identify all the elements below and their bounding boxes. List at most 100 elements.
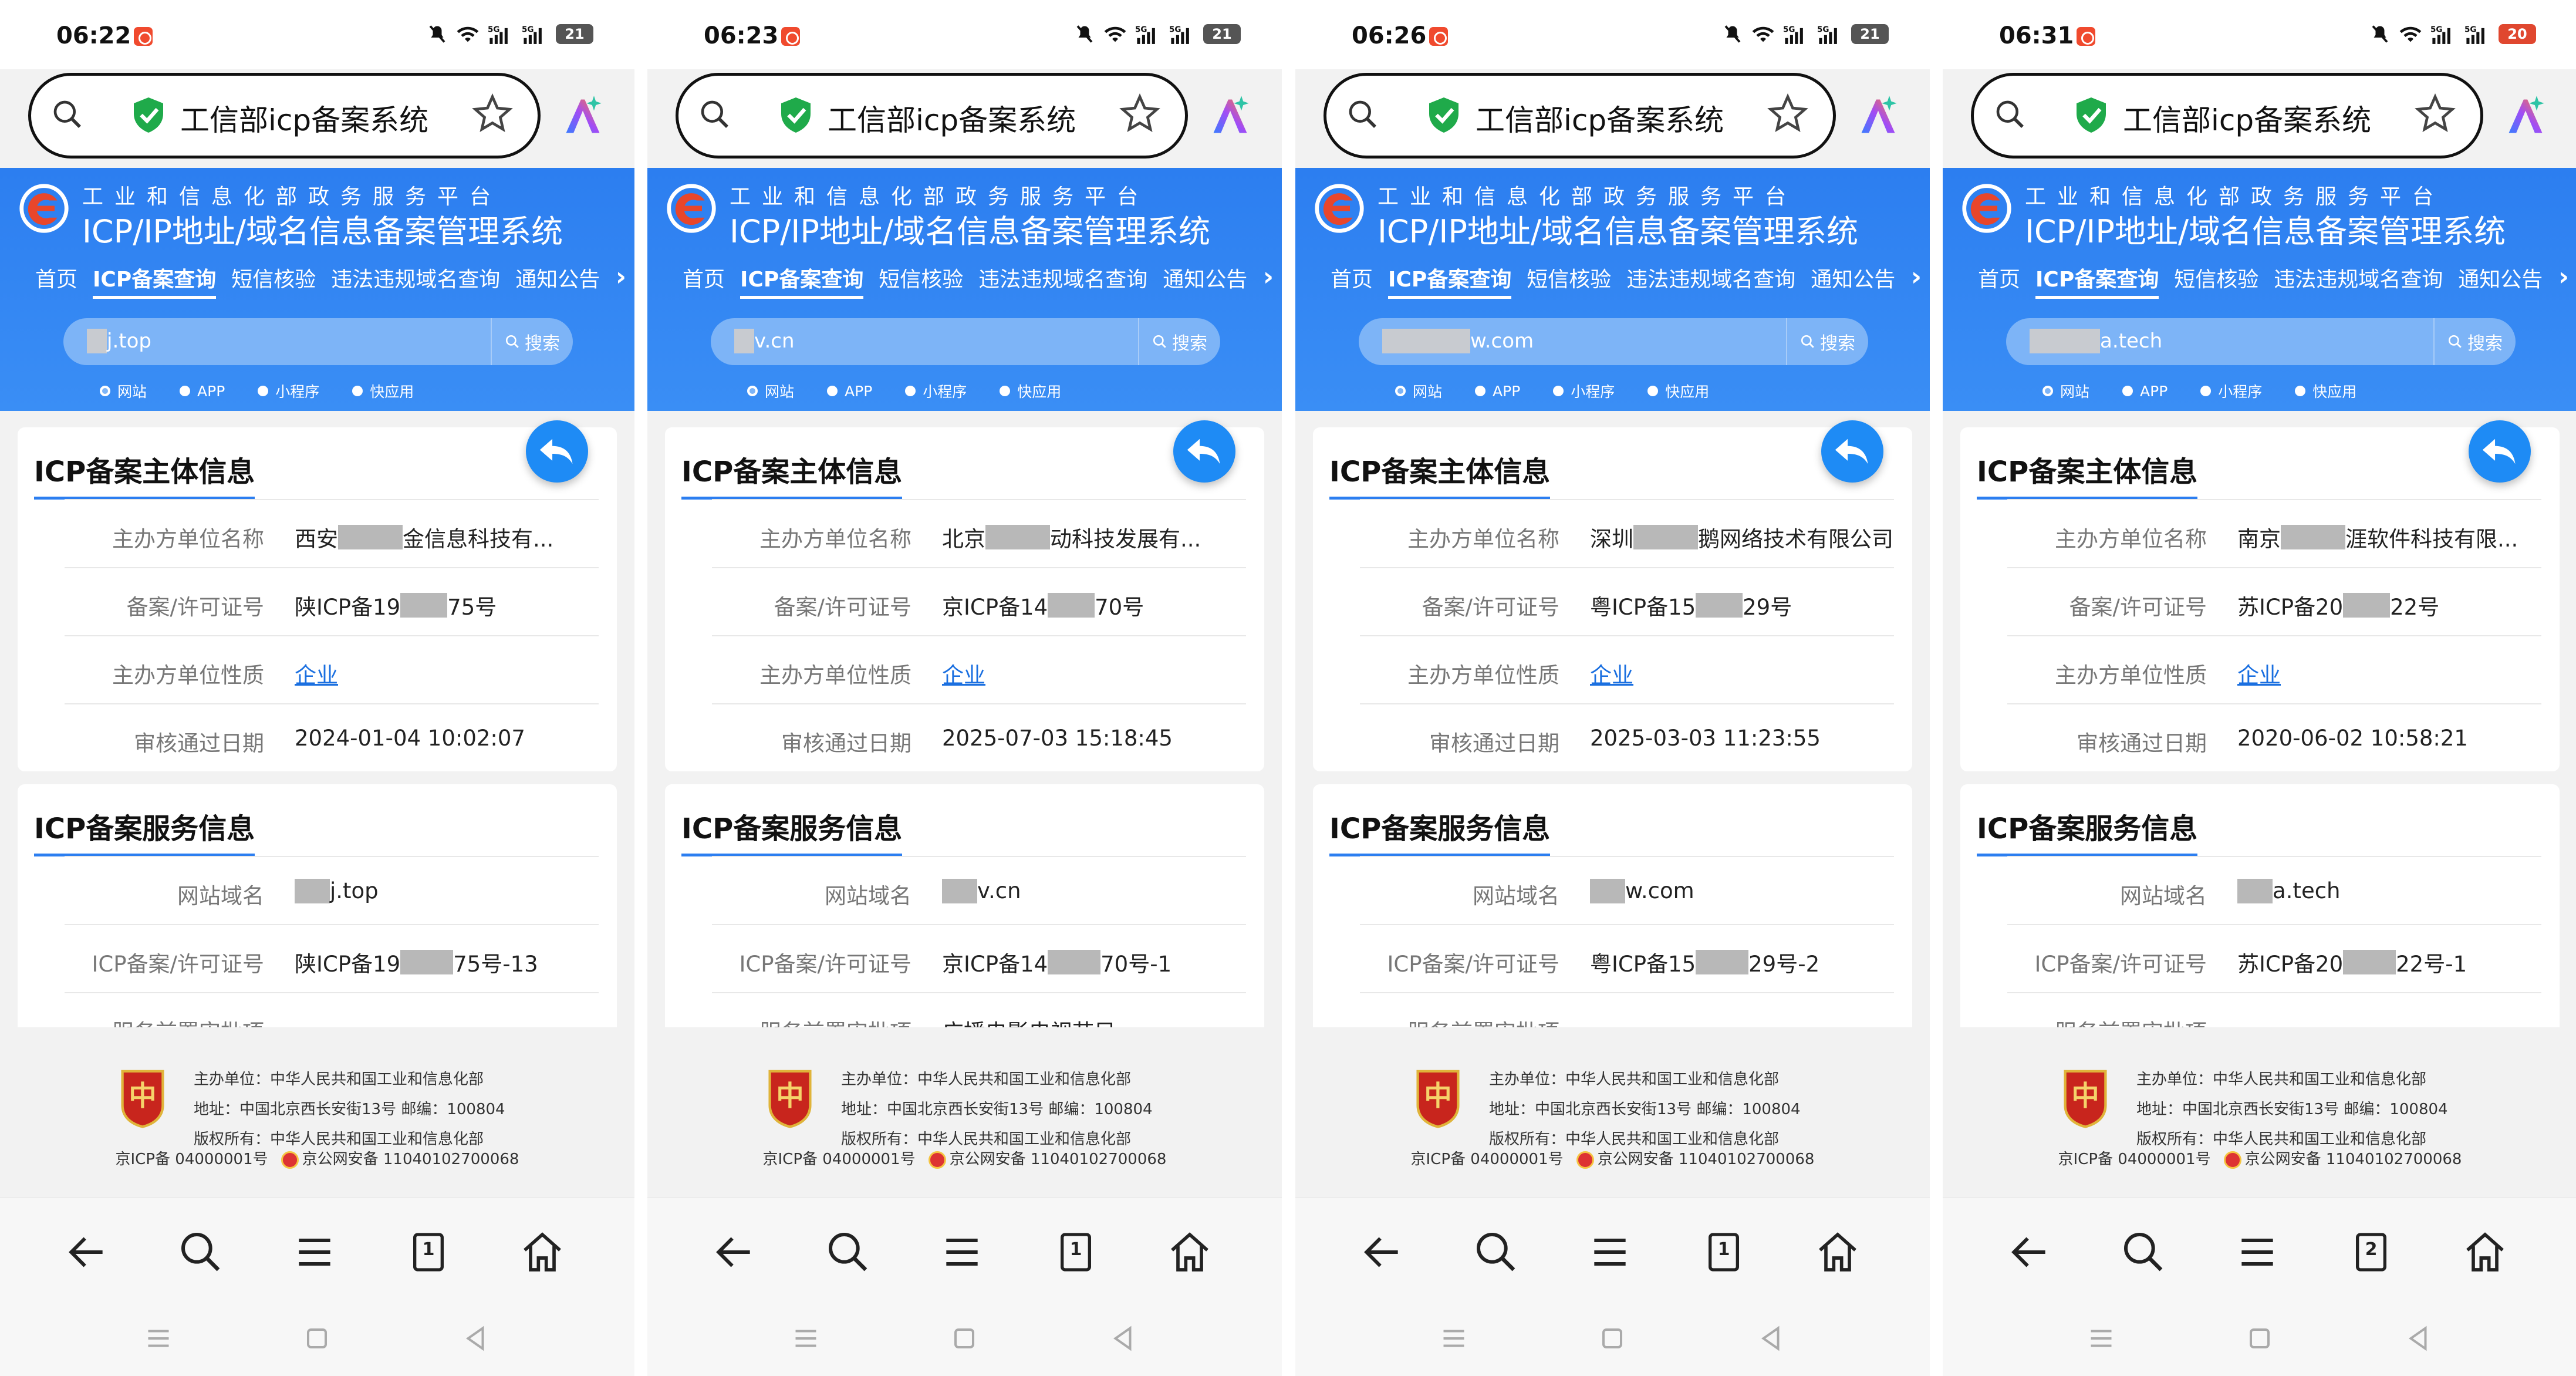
nav-notice[interactable]: 通知公告 xyxy=(2458,262,2543,293)
nav-sms-verify[interactable]: 短信核验 xyxy=(879,262,963,293)
nav-home[interactable]: 首页 xyxy=(1978,262,2020,293)
search-button[interactable]: 搜索 xyxy=(1786,318,1868,365)
search-icon[interactable] xyxy=(2120,1229,2167,1276)
recent-apps-icon[interactable] xyxy=(788,1321,823,1356)
recent-apps-icon[interactable] xyxy=(141,1321,176,1356)
home-icon[interactable] xyxy=(2462,1229,2509,1276)
value-org-type-link[interactable]: 企业 xyxy=(1590,657,1633,689)
system-home-icon[interactable] xyxy=(1595,1321,1630,1356)
radio-website[interactable]: 网站 xyxy=(2042,380,2089,402)
address-bar[interactable]: 工信部icp备案系统 xyxy=(1971,73,2483,158)
address-bar[interactable]: 工信部icp备案系统 xyxy=(1324,73,1836,158)
back-fab-button[interactable] xyxy=(2469,420,2531,483)
system-back-icon[interactable] xyxy=(2401,1321,2436,1356)
nav-sms-verify[interactable]: 短信核验 xyxy=(1527,262,1611,293)
footer-police-link[interactable]: 京公网安备 11040102700068 xyxy=(928,1147,1166,1169)
query-input[interactable]: j.top xyxy=(87,329,151,353)
address-bar[interactable]: 工信部icp备案系统 xyxy=(676,73,1188,158)
nav-notice[interactable]: 通知公告 xyxy=(515,262,600,293)
home-icon[interactable] xyxy=(1166,1229,1213,1276)
nav-more-chevron[interactable]: › xyxy=(1911,262,1922,292)
query-search-box[interactable]: j.top 搜索 xyxy=(63,318,573,365)
footer-police-link[interactable]: 京公网安备 11040102700068 xyxy=(2223,1147,2462,1169)
footer-police-link[interactable]: 京公网安备 11040102700068 xyxy=(1576,1147,1814,1169)
radio-mini-program[interactable]: 小程序 xyxy=(258,380,319,402)
ai-assistant-icon[interactable] xyxy=(561,94,605,139)
bookmark-star-icon[interactable] xyxy=(1119,93,1160,134)
ai-assistant-icon[interactable] xyxy=(1856,94,1900,139)
search-icon[interactable] xyxy=(177,1229,224,1276)
value-org-type-link[interactable]: 企业 xyxy=(295,657,338,689)
nav-icp-query[interactable]: ICP备案查询 xyxy=(93,262,217,299)
system-home-icon[interactable] xyxy=(2242,1321,2277,1356)
radio-quick-app[interactable]: 快应用 xyxy=(352,380,414,402)
nav-home[interactable]: 首页 xyxy=(1331,262,1373,293)
search-icon[interactable] xyxy=(1473,1229,1520,1276)
search-icon[interactable] xyxy=(1346,98,1379,131)
nav-icp-query[interactable]: ICP备案查询 xyxy=(740,262,864,299)
value-org-type-link[interactable]: 企业 xyxy=(942,657,985,689)
nav-illegal-domain[interactable]: 违法违规域名查询 xyxy=(2274,262,2443,293)
radio-quick-app[interactable]: 快应用 xyxy=(1000,380,1061,402)
nav-more-chevron[interactable]: › xyxy=(616,262,626,292)
radio-app[interactable]: APP xyxy=(2122,380,2168,402)
nav-notice[interactable]: 通知公告 xyxy=(1163,262,1247,293)
back-arrow-icon[interactable] xyxy=(711,1229,758,1276)
radio-website[interactable]: 网站 xyxy=(100,380,147,402)
back-arrow-icon[interactable] xyxy=(63,1229,110,1276)
tabs-button[interactable]: 1 xyxy=(1052,1229,1099,1276)
query-input[interactable]: a.tech xyxy=(2030,329,2162,353)
radio-mini-program[interactable]: 小程序 xyxy=(2200,380,2262,402)
ai-assistant-icon[interactable] xyxy=(2503,94,2548,139)
system-back-icon[interactable] xyxy=(1105,1321,1140,1356)
ai-assistant-icon[interactable] xyxy=(1208,94,1252,139)
radio-mini-program[interactable]: 小程序 xyxy=(1553,380,1615,402)
menu-icon[interactable] xyxy=(2234,1229,2281,1276)
address-bar[interactable]: 工信部icp备案系统 xyxy=(28,73,541,158)
nav-illegal-domain[interactable]: 违法违规域名查询 xyxy=(331,262,500,293)
recent-apps-icon[interactable] xyxy=(1436,1321,1471,1356)
system-home-icon[interactable] xyxy=(299,1321,335,1356)
footer-police-link[interactable]: 京公网安备 11040102700068 xyxy=(281,1147,519,1169)
search-button[interactable]: 搜索 xyxy=(2433,318,2516,365)
search-icon[interactable] xyxy=(825,1229,872,1276)
nav-more-chevron[interactable]: › xyxy=(2558,262,2569,292)
query-search-box[interactable]: v.cn 搜索 xyxy=(711,318,1220,365)
radio-app[interactable]: APP xyxy=(1475,380,1520,402)
back-arrow-icon[interactable] xyxy=(2006,1229,2053,1276)
value-org-type-link[interactable]: 企业 xyxy=(2237,657,2281,689)
footer-icp-link[interactable]: 京ICP备 04000001号 xyxy=(1411,1147,1564,1169)
home-icon[interactable] xyxy=(1814,1229,1861,1276)
search-button[interactable]: 搜索 xyxy=(1138,318,1220,365)
recent-apps-icon[interactable] xyxy=(2084,1321,2119,1356)
search-icon[interactable] xyxy=(1994,98,2027,131)
footer-icp-link[interactable]: 京ICP备 04000001号 xyxy=(116,1147,268,1169)
nav-icp-query[interactable]: ICP备案查询 xyxy=(2035,262,2159,299)
menu-icon[interactable] xyxy=(1586,1229,1633,1276)
footer-icp-link[interactable]: 京ICP备 04000001号 xyxy=(2058,1147,2211,1169)
radio-quick-app[interactable]: 快应用 xyxy=(2295,380,2356,402)
nav-home[interactable]: 首页 xyxy=(683,262,725,293)
back-fab-button[interactable] xyxy=(526,420,588,483)
tabs-button[interactable]: 1 xyxy=(405,1229,452,1276)
query-search-box[interactable]: w.com 搜索 xyxy=(1359,318,1868,365)
nav-more-chevron[interactable]: › xyxy=(1263,262,1274,292)
radio-quick-app[interactable]: 快应用 xyxy=(1647,380,1709,402)
nav-icp-query[interactable]: ICP备案查询 xyxy=(1388,262,1512,299)
bookmark-star-icon[interactable] xyxy=(1767,93,1808,134)
system-home-icon[interactable] xyxy=(947,1321,982,1356)
system-back-icon[interactable] xyxy=(458,1321,493,1356)
nav-sms-verify[interactable]: 短信核验 xyxy=(2174,262,2258,293)
home-icon[interactable] xyxy=(519,1229,566,1276)
search-icon[interactable] xyxy=(51,98,84,131)
back-arrow-icon[interactable] xyxy=(1359,1229,1406,1276)
back-fab-button[interactable] xyxy=(1821,420,1883,483)
system-back-icon[interactable] xyxy=(1753,1321,1788,1356)
menu-icon[interactable] xyxy=(938,1229,985,1276)
radio-website[interactable]: 网站 xyxy=(747,380,794,402)
url-text[interactable]: 工信部icp备案系统 xyxy=(180,97,428,139)
nav-sms-verify[interactable]: 短信核验 xyxy=(231,262,316,293)
query-search-box[interactable]: a.tech 搜索 xyxy=(2006,318,2516,365)
url-text[interactable]: 工信部icp备案系统 xyxy=(1476,97,1724,139)
url-text[interactable]: 工信部icp备案系统 xyxy=(828,97,1076,139)
